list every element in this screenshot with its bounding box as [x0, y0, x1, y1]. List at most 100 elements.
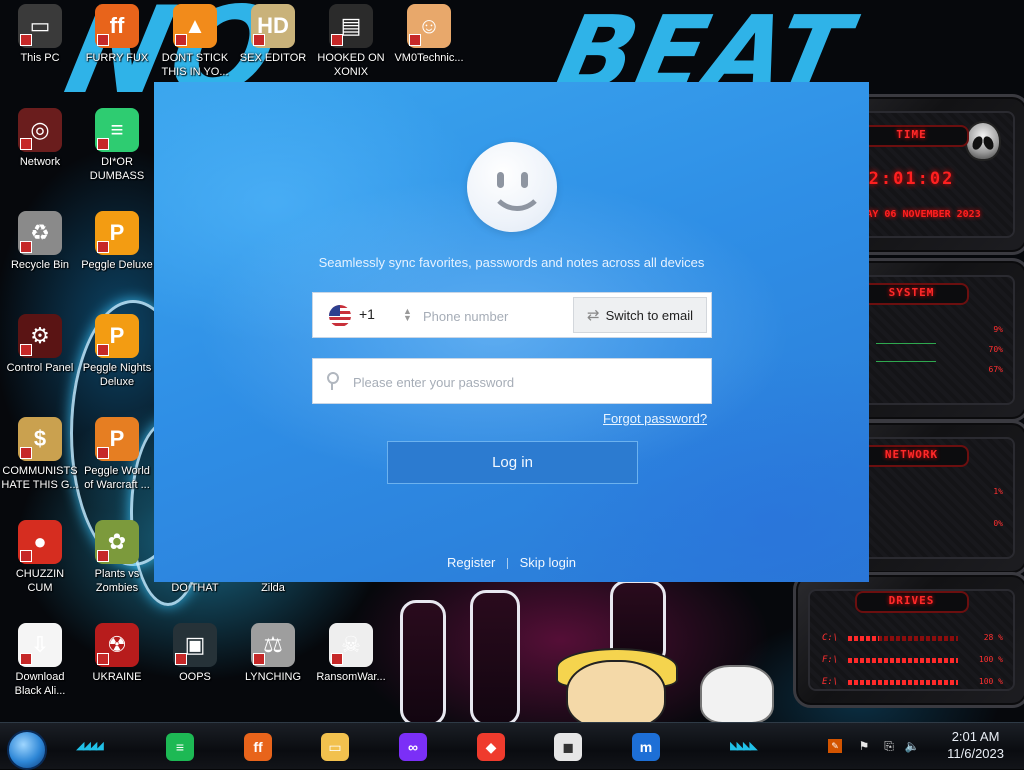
- drive-label: F:\: [822, 655, 839, 665]
- taskbar-decoration: ◢◢◢◢: [76, 740, 104, 752]
- download-value: 0%: [993, 519, 1003, 528]
- volume-icon[interactable]: 🔈: [905, 739, 920, 753]
- password-input[interactable]: [351, 371, 695, 393]
- desktop-app-icon: ☠: [329, 623, 373, 667]
- country-code[interactable]: +1: [359, 306, 375, 322]
- desktop-icon[interactable]: HD SEX EDITOR: [234, 4, 312, 65]
- shortcut-arrow-icon: [97, 550, 109, 562]
- desktop-icon[interactable]: ☺ VM0Technic...: [390, 4, 468, 65]
- taskbar-app-firefox[interactable]: ff: [241, 731, 275, 763]
- desktop-icon[interactable]: ◎ Network: [1, 108, 79, 169]
- desktop-icon[interactable]: ▭ This PC: [1, 4, 79, 65]
- desktop-icon-label: UKRAINE: [92, 671, 142, 683]
- taskbar-app-spotify[interactable]: ≡: [163, 731, 197, 763]
- shortcut-arrow-icon: [20, 34, 32, 46]
- desktop-icon[interactable]: ▲ DONT STICK THIS IN YO...: [156, 4, 234, 79]
- desktop-app-icon: ▣: [173, 623, 217, 667]
- desktop-icon[interactable]: ▤ HOOKED ON XONIX: [312, 4, 390, 79]
- login-dialog: Seamlessly sync favorites, passwords and…: [154, 82, 869, 582]
- shortcut-arrow-icon: [20, 241, 32, 253]
- taskbar-app-roblox[interactable]: ◼: [551, 731, 585, 763]
- desktop-icon[interactable]: ✿ Plants vs Zombies: [78, 520, 156, 595]
- forgot-password-link[interactable]: Forgot password?: [603, 411, 707, 426]
- swap-arrows-icon: ⇄: [587, 307, 600, 324]
- desktop-icon[interactable]: ≡ DI*OR DUMBASS: [78, 108, 156, 183]
- drive-row: C:\ 28 %: [822, 633, 1003, 643]
- desktop-icon[interactable]: ● CHUZZIN CUM: [1, 520, 79, 595]
- desktop-icon[interactable]: ☠ RansomWar...: [312, 623, 390, 684]
- shortcut-arrow-icon: [20, 344, 32, 356]
- drive-row: E:\ 100 %: [822, 677, 1003, 687]
- start-button[interactable]: [7, 730, 47, 770]
- desktop-icon[interactable]: ♻ Recycle Bin: [1, 211, 79, 272]
- taskbar-app-anydesk[interactable]: ◆: [474, 731, 508, 763]
- desktop-app-icon: P: [95, 417, 139, 461]
- desktop-app-icon: ⇩: [18, 623, 62, 667]
- drive-label: C:\: [822, 633, 839, 643]
- shortcut-arrow-icon: [97, 241, 109, 253]
- desktop-icon[interactable]: P Peggle Deluxe: [78, 211, 156, 272]
- desktop-icon-label: DONT STICK THIS IN YO...: [161, 52, 229, 78]
- desktop-icon[interactable]: ⚖ LYNCHING: [234, 623, 312, 684]
- desktop-icon-label: VM0Technic...: [394, 52, 464, 64]
- drive-row: F:\ 100 %: [822, 655, 1003, 665]
- drive-usage-fill: [848, 636, 879, 641]
- desktop-icon-label: Recycle Bin: [10, 259, 70, 271]
- switch-to-email-label: Switch to email: [605, 307, 693, 323]
- switch-to-email-button[interactable]: ⇄ Switch to email: [573, 297, 707, 333]
- phone-number-input[interactable]: [421, 305, 575, 327]
- desktop-app-icon: ⚖: [251, 623, 295, 667]
- link-separator: [507, 558, 509, 570]
- file-explorer-icon: ▭: [321, 733, 349, 761]
- tray-app-icon[interactable]: ✎: [828, 739, 842, 753]
- memory-graph-line: [876, 361, 936, 362]
- wallpaper-figure: [470, 590, 520, 726]
- drive-value: 28 %: [983, 633, 1003, 642]
- phone-field: +1 ▲▼ ⇄ Switch to email: [312, 292, 712, 338]
- desktop-app-icon: ◎: [18, 108, 62, 152]
- upload-value: 1%: [993, 487, 1003, 496]
- taskbar-app-file-explorer[interactable]: ▭: [318, 731, 352, 763]
- desktop-icon-label: FURRY FUX: [85, 52, 149, 64]
- login-button[interactable]: Log in: [387, 441, 638, 484]
- drives-gadget[interactable]: DRIVES C:\ 28 % F:\ 100 % E:\ 100 %: [793, 572, 1024, 708]
- desktop-icon[interactable]: ⚙ Control Panel: [1, 314, 79, 375]
- desktop-app-icon: ff: [95, 4, 139, 48]
- spotify-icon: ≡: [166, 733, 194, 761]
- desktop-icon-label: This PC: [20, 52, 60, 64]
- cpu-graph-line: [876, 343, 936, 344]
- drives-gadget-title: DRIVES: [888, 594, 935, 607]
- desktop-icon-label: Peggle World of Warcraft ...: [84, 465, 150, 491]
- login-tagline: Seamlessly sync favorites, passwords and…: [318, 255, 705, 270]
- desktop-icon-label: Peggle Nights Deluxe: [82, 362, 152, 388]
- desktop-icon[interactable]: ▣ OOPS: [156, 623, 234, 684]
- us-flag-icon[interactable]: [329, 305, 351, 327]
- desktop-icon[interactable]: ff FURRY FUX: [78, 4, 156, 65]
- drive-usage-bar: [848, 658, 958, 663]
- drive-usage-bar: [848, 636, 958, 641]
- shortcut-arrow-icon: [97, 138, 109, 150]
- network-icon[interactable]: ⎘: [882, 739, 896, 753]
- drive-usage-fill: [848, 658, 958, 663]
- desktop-icon-label: OOPS: [179, 671, 211, 683]
- desktop-icon[interactable]: P Peggle Nights Deluxe: [78, 314, 156, 389]
- desktop-icon[interactable]: ⇩ Download Black Ali...: [1, 623, 79, 698]
- security-flag-icon[interactable]: ⚑: [857, 739, 871, 753]
- desktop-icon[interactable]: ☢ UKRAINE: [78, 623, 156, 684]
- desktop-icon[interactable]: $ COMMUNISTS HATE THIS G...: [1, 417, 79, 492]
- desktop-icon[interactable]: P Peggle World of Warcraft ...: [78, 417, 156, 492]
- taskbar-clock[interactable]: 2:01 AM 11/6/2023: [947, 728, 1004, 762]
- drive-value: 100 %: [978, 655, 1003, 664]
- desktop-icon-label: Peggle Deluxe: [81, 259, 153, 271]
- shortcut-arrow-icon: [20, 653, 32, 665]
- skip-login-link[interactable]: Skip login: [520, 555, 576, 570]
- taskbar-app-maxthon[interactable]: m: [629, 731, 663, 763]
- desktop-app-icon: ▲: [173, 4, 217, 48]
- country-code-dropdown-icon[interactable]: ▲ ▼: [403, 307, 412, 323]
- desktop-icon-label: CHUZZIN CUM: [15, 568, 65, 594]
- taskbar-app-infinity-app[interactable]: ∞: [396, 731, 430, 763]
- time-gadget-title: TIME: [896, 128, 927, 141]
- register-link[interactable]: Register: [447, 555, 495, 570]
- desktop-icon-label: LYNCHING: [244, 671, 302, 683]
- shortcut-arrow-icon: [253, 34, 265, 46]
